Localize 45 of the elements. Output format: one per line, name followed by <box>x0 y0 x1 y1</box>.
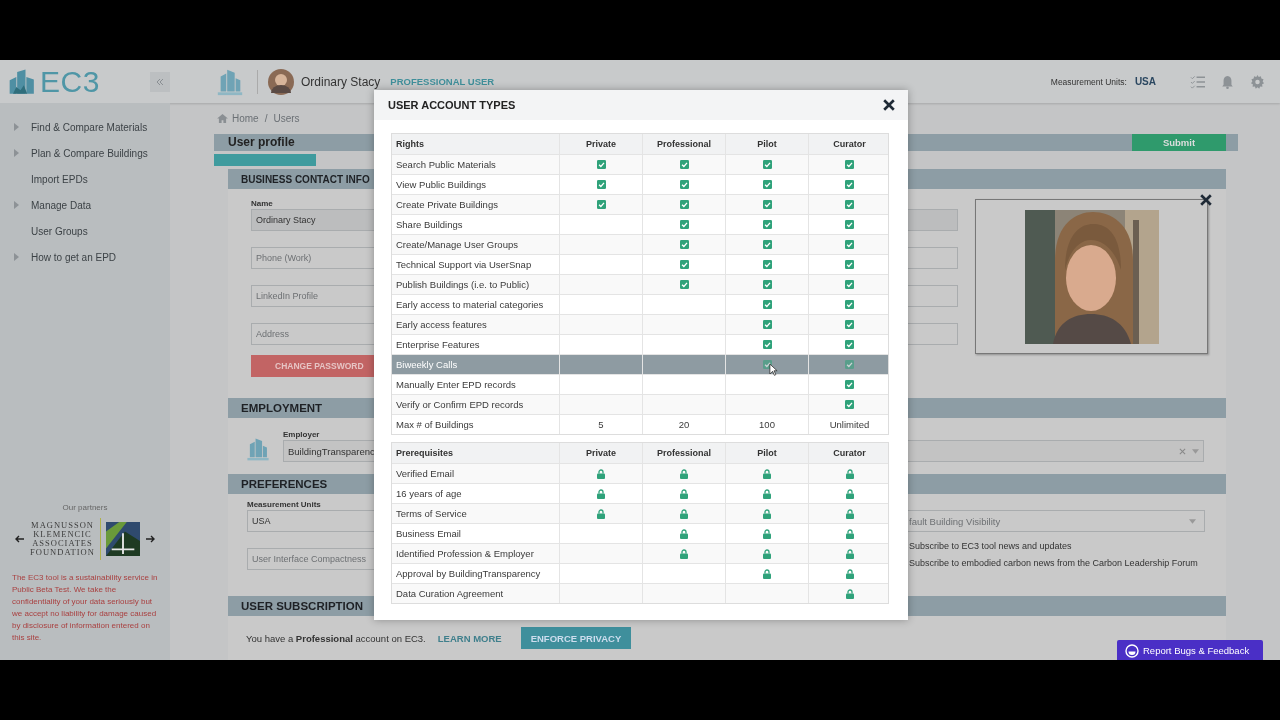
section-title: USER SUBSCRIPTION <box>241 600 364 612</box>
profile-title: User profile <box>228 135 295 150</box>
section-title: BUSINESS CONTACT INFO <box>241 173 370 185</box>
modal-title: USER ACCOUNT TYPES <box>388 99 516 111</box>
disclaimer-text: The EC3 tool is a sustainability service in Public Beta Test. We take the confidentiality of your data seriously but we accept no liability for damage caused by disclosure of information entered on this site. <box>11 572 159 644</box>
section-title: PREFERENCES <box>241 478 328 490</box>
breadcrumb-separator: / <box>264 113 268 124</box>
section-title: EMPLOYMENT <box>241 402 323 414</box>
table-cell-text: Approval by BuildingTransparency <box>395 567 542 581</box>
table-cell-text: Terms of Service <box>395 507 468 521</box>
table-cell-text: Share Buildings <box>395 218 464 232</box>
column-header: Prerequisites <box>395 447 455 460</box>
user-name: Ordinary Stacy <box>301 74 381 89</box>
field-label: Measurement Units <box>247 500 321 510</box>
partners-title: Our partners <box>62 503 108 512</box>
breadcrumb-current: Users <box>273 113 300 124</box>
table-cell-text: Search Public Materials <box>395 158 497 172</box>
table-cell-text: Publish Buildings (i.e. to Public) <box>395 278 531 292</box>
table-cell-text: Early access features <box>395 318 488 332</box>
table-cell-text: 16 years of age <box>395 487 463 501</box>
table-cell: 20 <box>642 415 725 434</box>
table-cell-text: Data Curation Agreement <box>395 587 505 601</box>
table-cell-text: Business Email <box>395 527 462 541</box>
table-cell-text: Create/Manage User Groups <box>395 238 519 252</box>
table-cell-text: Max # of Buildings <box>395 418 475 432</box>
subscription-message: You have a Professional account on EC3. <box>246 632 426 644</box>
table-cell: Unlimited <box>808 415 890 434</box>
table-cell-text: Enterprise Features <box>395 338 481 352</box>
table-cell-text: Verify or Confirm EPD records <box>395 398 525 412</box>
logo-text: EC3 <box>40 64 100 99</box>
column-header: Rights <box>395 138 425 151</box>
table-cell-text: Manually Enter EPD records <box>395 378 517 392</box>
table-cell-text: Identified Profession & Employer <box>395 547 535 561</box>
table-cell-text: View Public Buildings <box>395 178 488 192</box>
table-cell-text: Create Private Buildings <box>395 198 499 212</box>
units-label: Measurement Units: <box>1050 76 1127 87</box>
table-cell-text: Technical Support via UserSnap <box>395 258 533 272</box>
units-value: USA <box>1134 76 1156 87</box>
table-cell-text: Early access to material categories <box>395 298 545 312</box>
field-label: Employer <box>283 430 320 440</box>
table-cell: 5 <box>559 415 642 434</box>
table-cell-text: Verified Email <box>395 467 456 481</box>
table-cell: 100 <box>725 415 808 434</box>
user-role: PROFESSIONAL USER <box>390 76 495 87</box>
field-label: Name <box>251 199 273 209</box>
